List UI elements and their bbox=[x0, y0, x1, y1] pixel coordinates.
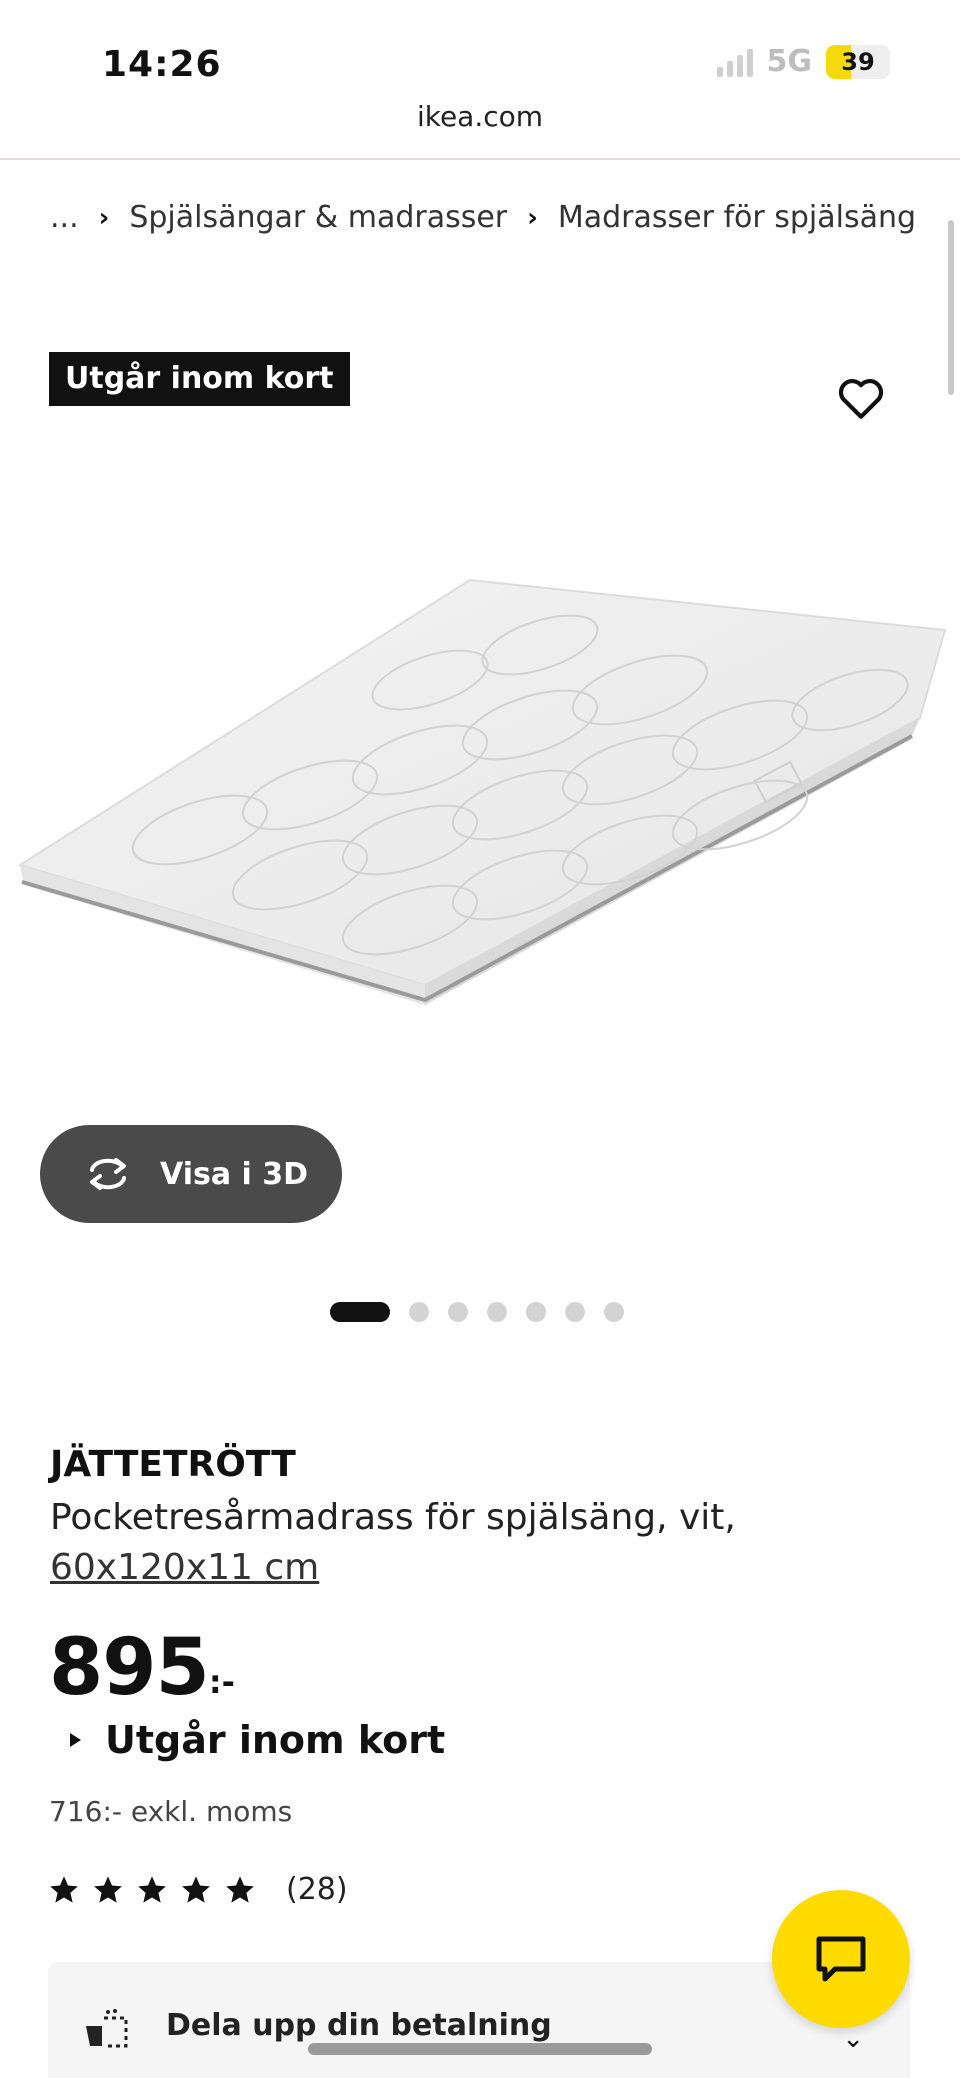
battery-icon: 39 bbox=[826, 44, 890, 79]
product-description-text: Pocketresårmadrass för spjälsäng, vit, bbox=[50, 1497, 736, 1538]
stock-status-toggle[interactable]: Utgår inom kort bbox=[70, 1718, 445, 1762]
star-icon bbox=[94, 1875, 122, 1903]
carousel-dot[interactable] bbox=[604, 1302, 624, 1322]
product-size-link[interactable]: 60x120x11 cm bbox=[50, 1543, 910, 1593]
price-main: 895 bbox=[49, 1623, 210, 1713]
breadcrumb-item-crib-mattresses[interactable]: Madrasser för spjälsäng bbox=[558, 200, 916, 235]
product-price: 895 :- bbox=[49, 1625, 235, 1711]
network-label: 5G bbox=[766, 44, 813, 79]
payment-split-label: Dela upp din betalning bbox=[166, 2008, 552, 2043]
heart-icon[interactable] bbox=[836, 374, 886, 424]
product-image[interactable] bbox=[10, 560, 960, 1030]
carousel-dot[interactable] bbox=[487, 1302, 507, 1322]
caret-right-icon bbox=[70, 1733, 81, 1747]
carousel-dot[interactable] bbox=[565, 1302, 585, 1322]
star-icon bbox=[226, 1875, 254, 1903]
star-icon bbox=[182, 1875, 210, 1903]
status-bar: 14:26 5G 39 bbox=[0, 0, 960, 110]
price-suffix: :- bbox=[208, 1663, 235, 1701]
url-divider bbox=[0, 158, 960, 160]
carousel-dot[interactable] bbox=[409, 1302, 429, 1322]
product-name: JÄTTETRÖTT bbox=[50, 1444, 296, 1485]
star-icon bbox=[50, 1875, 78, 1903]
view-3d-button[interactable]: Visa i 3D bbox=[40, 1125, 342, 1223]
carousel-dot[interactable] bbox=[448, 1302, 468, 1322]
status-indicators: 5G 39 bbox=[716, 44, 890, 79]
chevron-right-icon: › bbox=[527, 202, 538, 233]
status-time: 14:26 bbox=[102, 44, 222, 85]
product-description: Pocketresårmadrass för spjälsäng, vit, 6… bbox=[50, 1493, 910, 1593]
rating-count: (28) bbox=[286, 1872, 348, 1907]
scrollbar[interactable] bbox=[948, 220, 954, 395]
carousel-dot-active[interactable] bbox=[330, 1302, 390, 1322]
breadcrumb-ellipsis[interactable]: ... bbox=[50, 200, 79, 235]
chevron-down-icon: ⌄ bbox=[842, 2024, 864, 2054]
carousel-dot[interactable] bbox=[526, 1302, 546, 1322]
stock-status-label: Utgår inom kort bbox=[105, 1718, 446, 1762]
star-icon bbox=[138, 1875, 166, 1903]
home-indicator[interactable] bbox=[308, 2043, 652, 2055]
split-payment-icon bbox=[86, 2009, 128, 2048]
price-excl-vat: 716:- exkl. moms bbox=[49, 1795, 293, 1828]
battery-level: 39 bbox=[841, 47, 875, 76]
chat-bubble-icon bbox=[816, 1936, 866, 1982]
chevron-right-icon: › bbox=[98, 202, 110, 233]
breadcrumb-item-cribs[interactable]: Spjälsängar & madrasser bbox=[129, 200, 507, 235]
signal-icon bbox=[716, 47, 753, 77]
chat-button[interactable] bbox=[772, 1890, 910, 2028]
product-badge: Utgår inom kort bbox=[49, 352, 350, 406]
url-bar[interactable]: ikea.com bbox=[0, 100, 960, 158]
breadcrumb: ... › Spjälsängar & madrasser › Madrasse… bbox=[50, 200, 916, 235]
product-rating[interactable]: (28) bbox=[48, 1872, 348, 1907]
rotate-icon bbox=[90, 1158, 126, 1190]
view-3d-label: Visa i 3D bbox=[160, 1156, 309, 1192]
carousel-dots[interactable] bbox=[330, 1302, 624, 1322]
